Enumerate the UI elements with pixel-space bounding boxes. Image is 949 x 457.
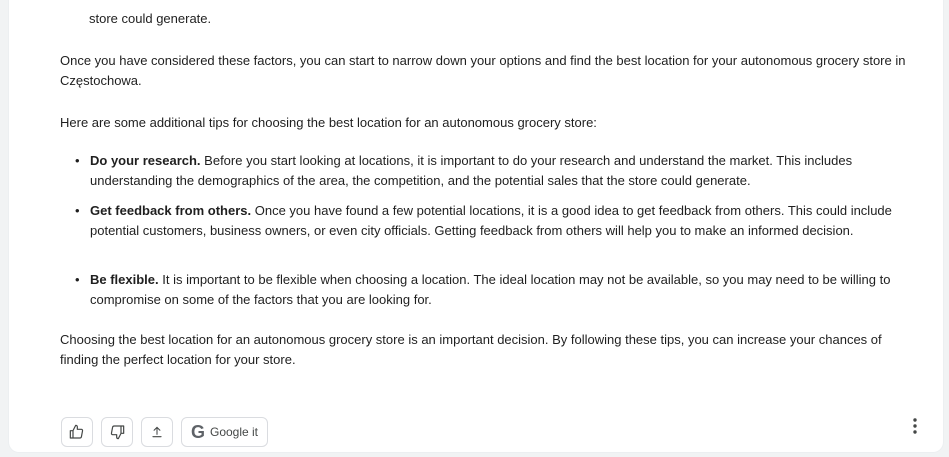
thumbs-down-button[interactable] [101,417,133,447]
response-card: store could generate. Once you have cons… [9,0,943,452]
thumbs-up-icon [69,424,84,439]
tip-title: Get feedback from others. [90,203,252,218]
google-it-label: Google it [209,425,259,439]
paragraph-conclusion: Choosing the best location for an autono… [60,332,882,367]
bullet-icon: • [75,203,80,218]
more-vert-icon [913,418,917,434]
bullet-icon: • [75,153,80,168]
tip-item: • Be flexible. It is important to be fle… [75,270,920,310]
tip-body: Before you start looking at locations, i… [90,153,853,188]
tip-title: Be flexible. [90,272,159,287]
google-g-icon: G [190,422,205,442]
share-button[interactable] [141,417,173,447]
tip-item: • Get feedback from others. Once you hav… [75,201,920,241]
paragraph-tips-intro: Here are some additional tips for choosi… [60,115,597,130]
thumbs-down-icon [110,425,125,440]
paragraph-considered: Once you have considered these factors, … [60,53,906,88]
more-options-button[interactable] [905,413,925,439]
share-icon [152,426,162,438]
thumbs-up-button[interactable] [61,417,93,447]
tip-body: It is important to be flexible when choo… [90,272,891,307]
tip-title: Do your research. [90,153,201,168]
cut-top-text: store could generate. [89,11,212,26]
bullet-icon: • [75,272,80,287]
tip-item: • Do your research. Before you start loo… [75,151,920,191]
google-it-button[interactable]: G Google it [181,417,268,447]
